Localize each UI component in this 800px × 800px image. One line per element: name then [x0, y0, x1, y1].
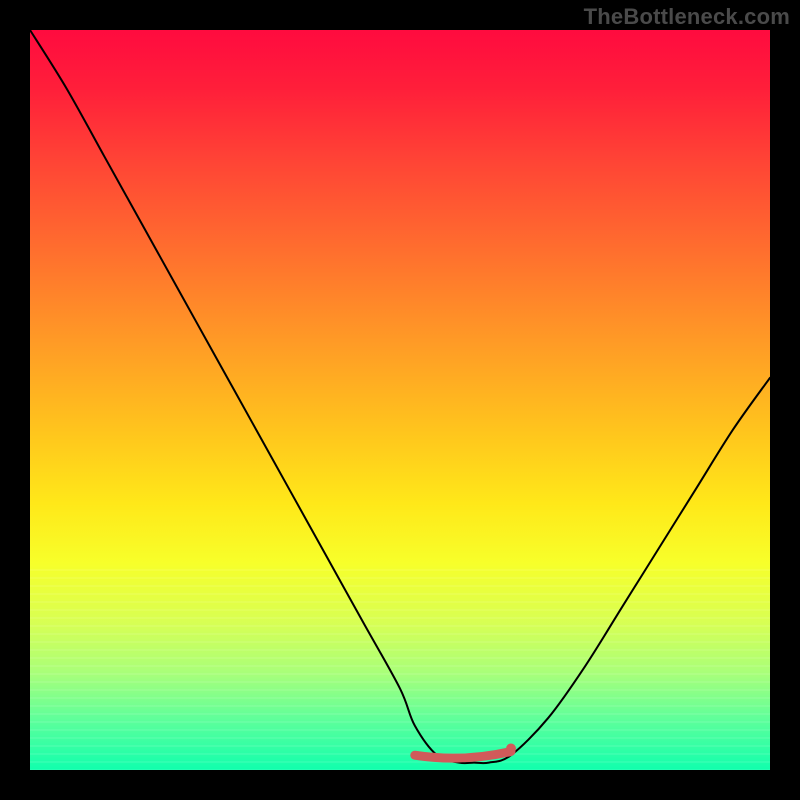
bottleneck-curve-line	[30, 30, 770, 763]
watermark-label: TheBottleneck.com	[584, 4, 790, 30]
curve-svg	[30, 30, 770, 770]
trough-marker	[415, 752, 511, 759]
plot-area	[30, 30, 770, 770]
chart-frame: TheBottleneck.com	[0, 0, 800, 800]
trough-end-dot	[506, 744, 516, 754]
